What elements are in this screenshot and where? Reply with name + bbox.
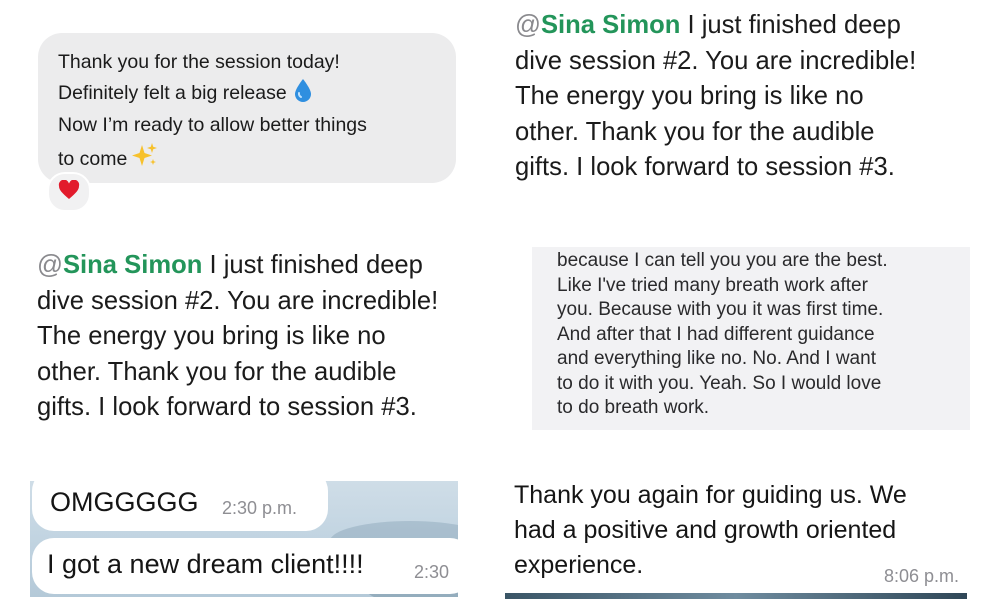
at-sign: @ [515, 11, 541, 39]
message-line: Now I’m ready to allow better things [58, 114, 367, 136]
message-panel-dream-client: OMGGGGG 2:30 p.m. I got a new dream clie… [30, 481, 458, 597]
message-line: because I can tell you you are the best. [557, 250, 888, 271]
message-panel-deep-dive-right: @Sina Simon I just finished deep dive se… [515, 8, 985, 186]
message-line-text: to come [58, 147, 128, 170]
message-line: gifts. I look forward to session #3. [37, 393, 417, 421]
message-line: @Sina Simon I just finished deep [37, 248, 507, 284]
message-timestamp: 2:30 p.m. [222, 498, 298, 518]
message-line-text: I just finished deep [680, 11, 901, 39]
user-mention[interactable]: Sina Simon [63, 251, 202, 279]
message-line-text: I just finished deep [202, 251, 423, 279]
message-line: other. Thank you for the audible [515, 117, 875, 146]
message-line: Thank you again for guiding us. We [514, 481, 907, 509]
message-panel-guidance-thanks: Thank you again for guiding us. We had a… [505, 478, 967, 599]
message-line: to do breath work. [557, 397, 710, 418]
message-bubble[interactable]: I got a new dream client!!!! 2:30 [32, 538, 458, 594]
message-text: Thank you again for guiding us. We had a… [514, 478, 907, 583]
message-line: gifts. I look forward to session #3. [515, 153, 895, 181]
message-timestamp: 2:30 [414, 562, 450, 582]
message-line: Like I've tried many breath work after [557, 274, 868, 296]
sparkles-icon [131, 141, 159, 179]
message-line: experience. [514, 551, 644, 579]
message-bubble[interactable]: OMGGGGG 2:30 p.m. [32, 481, 328, 531]
message-line: and everything like no. No. And I want [557, 348, 876, 369]
water-drop-icon [293, 78, 313, 112]
message-line: dive session #2. You are incredible! [37, 286, 439, 315]
chat-wallpaper [505, 593, 967, 599]
message-line: Definitely felt a big release [58, 78, 436, 112]
transcript-text: because I can tell you you are the best.… [532, 247, 970, 421]
message-line: The energy you bring is like no [515, 82, 864, 110]
message-line: to come [58, 141, 436, 179]
red-heart-icon [58, 179, 80, 205]
message-line: @Sina Simon I just finished deep [515, 8, 985, 44]
message-panel-deep-dive-left: @Sina Simon I just finished deep dive se… [37, 248, 507, 426]
heart-reaction[interactable] [47, 172, 91, 212]
message-line: had a positive and growth oriented [514, 516, 897, 544]
message-panel-transcript: because I can tell you you are the best.… [532, 247, 970, 430]
message-timestamp: 8:06 p.m. [883, 566, 959, 586]
message-line: other. Thank you for the audible [37, 357, 397, 386]
message-line: And after that I had different guidance [557, 323, 875, 345]
message-line: you. Because with you it was first time. [557, 299, 884, 320]
at-sign: @ [37, 251, 63, 279]
message-panel-session-thanks: Thank you for the session today! Definit… [38, 33, 458, 212]
message-line: dive session #2. You are incredible! [515, 46, 917, 75]
message-line: to do it with you. Yeah. So I would love [557, 372, 882, 394]
message-line: Thank you for the session today! [58, 51, 340, 73]
user-mention[interactable]: Sina Simon [541, 11, 680, 39]
message-bubble[interactable]: Thank you for the session today! Definit… [38, 33, 456, 183]
message-line-text: Definitely felt a big release [58, 81, 287, 104]
message-text: OMGGGGG [50, 487, 199, 517]
message-text: I got a new dream client!!!! [47, 549, 364, 579]
message-line: The energy you bring is like no [37, 322, 386, 350]
